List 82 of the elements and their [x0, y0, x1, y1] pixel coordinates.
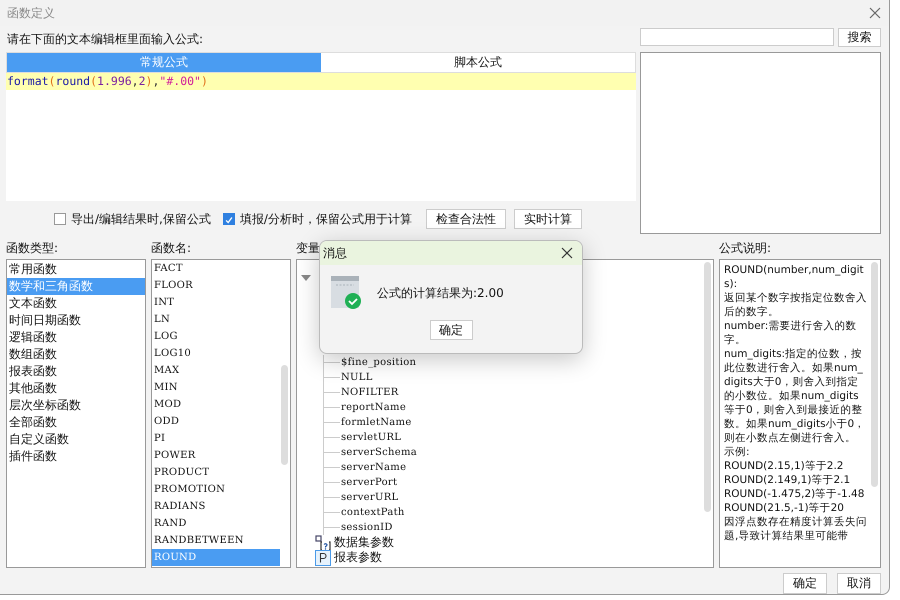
scrollbar-thumb[interactable] — [704, 262, 711, 512]
list-item[interactable]: RAND — [152, 515, 280, 532]
list-item[interactable]: ODD — [152, 413, 280, 430]
formula-editor[interactable]: format(round(1.996,2),"#.00") — [6, 72, 636, 201]
tree-item[interactable]: reportName — [340, 402, 406, 413]
checkbox[interactable] — [222, 213, 235, 225]
list-item[interactable]: MAX — [152, 362, 280, 379]
description-text: 因浮点数存在精度计算丢失问题,导致计算结果里可能带 — [724, 515, 867, 543]
checkbox-label: 填报/分析时，保留公式用于计算 — [240, 210, 412, 228]
checkbox-label: 导出/编辑结果时,保留公式 — [71, 210, 211, 228]
window-title: 函数定义 — [7, 4, 55, 22]
list-item[interactable]: 常用函数 — [7, 261, 145, 278]
list-item[interactable]: 其他函数 — [7, 380, 145, 397]
action-button[interactable]: 检查合法性 — [426, 209, 506, 229]
action-button[interactable]: 实时计算 — [514, 209, 582, 229]
tree-item[interactable]: 报表参数 — [334, 549, 382, 566]
list-item[interactable]: FACT — [152, 260, 280, 277]
description-text: num_digits:指定的位数，按此位数进行舍入。如果num_digits大于0，则舍入到指定的小数位。如果num_digits等于0，则舍入到最接近的整数。如果num_digits小于0，则在小数点左侧进行舍入。 — [724, 347, 866, 445]
ok-button[interactable]: 确定 — [430, 320, 472, 340]
prompt-label: 请在下面的文本编辑框里面输入公式: — [6, 31, 204, 48]
list-item[interactable]: 插件函数 — [7, 448, 145, 465]
scrollbar-thumb[interactable] — [281, 365, 288, 465]
tree-item[interactable]: sessionID — [340, 522, 393, 533]
tree-item[interactable]: formletName — [340, 417, 412, 428]
description-label: 公式说明: — [719, 240, 772, 256]
description-text: 示例: — [724, 445, 751, 459]
list-item[interactable]: 逻辑函数 — [7, 329, 145, 346]
list-item[interactable]: 报表函数 — [7, 363, 145, 380]
list-label: 函数类型: — [6, 240, 58, 256]
tree-item[interactable]: NULL — [340, 372, 373, 383]
list-item[interactable]: LOG10 — [152, 345, 280, 362]
tree-item[interactable]: $fine_position — [340, 357, 416, 368]
dataset-icon — [315, 534, 331, 550]
tree-item[interactable]: 数据集参数 — [334, 534, 394, 551]
description-text: ROUND(2.149,1)等于2.1 — [724, 473, 852, 487]
list-item[interactable]: INT — [152, 294, 280, 311]
tree-item[interactable]: contextPath — [340, 507, 405, 518]
close-icon[interactable] — [561, 247, 573, 259]
description-text: ROUND(2.15,1)等于2.2 — [724, 459, 844, 473]
list-item[interactable]: FLOOR — [152, 277, 280, 294]
list-item[interactable]: 文本函数 — [7, 295, 145, 312]
tree-item[interactable]: serverSchema — [340, 447, 418, 458]
scrollbar-thumb[interactable] — [871, 262, 878, 487]
list-item[interactable]: LOG — [152, 328, 280, 345]
list-label: 函数名: — [151, 240, 192, 256]
list-item[interactable]: 全部函数 — [7, 414, 145, 431]
list-item[interactable]: 自定义函数 — [7, 431, 145, 448]
list-item[interactable]: LN — [152, 311, 280, 328]
description-text: ROUND(number,num_digits): — [724, 263, 865, 291]
list-item[interactable]: 层次坐标函数 — [7, 397, 145, 414]
success-icon — [331, 276, 361, 310]
checkbox[interactable] — [54, 213, 66, 225]
list-item[interactable]: MIN — [152, 379, 280, 396]
tree-item[interactable]: serverPort — [340, 477, 398, 488]
expand-arrow-icon[interactable] — [301, 275, 311, 281]
list-item[interactable]: MOD — [152, 396, 280, 413]
dialog-button[interactable]: 确定 — [783, 573, 827, 594]
tree-item[interactable]: servletURL — [340, 432, 402, 443]
message-title: 消息 — [323, 244, 347, 262]
tree-item[interactable]: serverURL — [340, 492, 398, 503]
formula-code: format(round(1.996,2),"#.00") — [6, 73, 636, 90]
description-text: number:需要进行舍入的数字。 — [724, 319, 858, 347]
tree-item[interactable]: NOFILTER — [340, 387, 399, 398]
description-text: ROUND(21.5,-1)等于20 — [724, 501, 845, 515]
close-icon[interactable] — [869, 7, 881, 19]
list-item[interactable]: 时间日期函数 — [7, 312, 145, 329]
dialog-button[interactable]: 取消 — [837, 573, 881, 594]
message-text: 公式的计算结果为:2.00 — [377, 284, 504, 302]
list-item[interactable]: 数组函数 — [7, 346, 145, 363]
search-field[interactable] — [640, 28, 834, 46]
parameter-icon — [315, 550, 331, 566]
search-button[interactable]: 搜索 — [838, 28, 881, 47]
tree-item[interactable]: serverName — [340, 462, 406, 473]
list-label: 变量 — [296, 240, 320, 256]
list-item[interactable]: PROMOTION — [152, 481, 280, 498]
list-item[interactable]: RANDBETWEEN — [152, 532, 280, 549]
list-item[interactable]: PRODUCT — [152, 464, 280, 481]
list-item[interactable]: POWER — [152, 447, 280, 464]
list-item[interactable]: RADIANS — [152, 498, 280, 515]
list-item[interactable]: PI — [152, 430, 280, 447]
description-text: 返回某个数字按指定位数舍入后的数字。 — [724, 291, 867, 319]
description-text: ROUND(-1.475,2)等于-1.48 — [724, 487, 866, 501]
